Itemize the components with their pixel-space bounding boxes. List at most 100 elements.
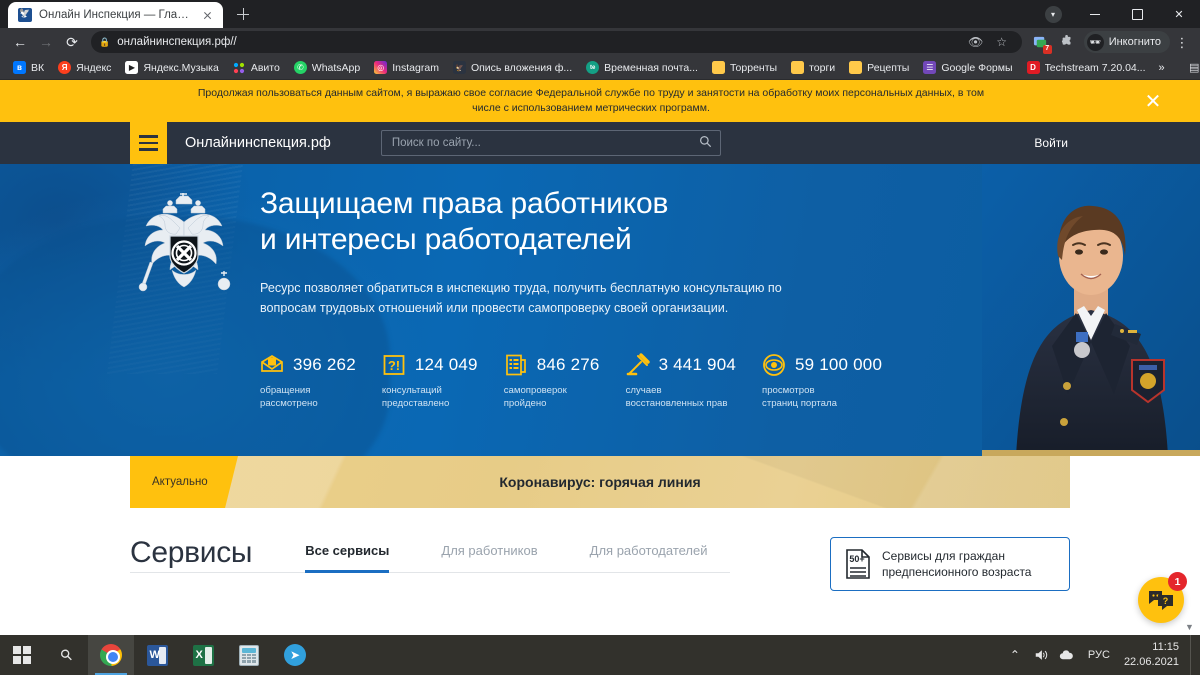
site-header-inner: Онлайнинспекция.рф Войти [130,122,1070,164]
bookmark-label: Яндекс [76,61,112,74]
emblem-icon: 🦅 [452,61,466,74]
browser-window: Онлайн Инспекция — Главная ▾ ✕ ← → ⟳ 🔒 о… [0,0,1200,635]
language-indicator[interactable]: РУС [1080,635,1118,675]
stat-value: 846 276 [536,354,600,374]
reading-list-button[interactable]: ▤Список для чтения [1181,58,1200,78]
hero-title-line-1: Защищаем права работников [260,187,669,220]
clock-time: 11:15 [1152,641,1179,654]
bookmark-label: Instagram [392,61,439,74]
cookie-consent-text: Продолжая пользоваться данным сайтом, я … [197,86,985,114]
taskbar-clock[interactable]: 11:15 22.06.2021 [1118,635,1190,675]
bookmark-label: Techstream 7.20.04... [1044,61,1146,74]
bookmark-item[interactable]: ◎ Instagram [367,58,446,78]
bookmark-label: Авито [250,61,280,74]
actual-banner-wrap: Актуально Коронавирус: горячая линия [0,456,1200,508]
search-input[interactable] [391,137,699,149]
address-bar[interactable]: 🔒 онлайнинспекция.рф// 👁 ☆ [91,31,1022,53]
volume-icon[interactable] [1028,635,1054,675]
bookmark-star-icon[interactable]: ☆ [990,30,1014,54]
tray-expand-chevron-icon[interactable]: ⌃ [1002,635,1028,675]
forward-button[interactable]: → [34,30,58,54]
hero-description: Ресурс позволяет обратиться в инспекцию … [260,281,782,316]
bookmark-item[interactable]: Авито [226,58,287,78]
lock-icon: 🔒 [99,36,111,47]
cloud-icon[interactable] [1054,635,1080,675]
address-bar-url: онлайнинспекция.рф// [117,36,237,48]
tempmail-icon: te [586,61,600,74]
tab-for-employers[interactable]: Для работодателей [590,543,708,572]
instagram-icon: ◎ [374,61,388,74]
svg-text:?: ? [1163,596,1169,606]
login-button[interactable]: Войти [1034,122,1070,164]
minimize-button[interactable] [1074,0,1116,28]
bookmark-item[interactable]: 🦅 Опись вложения ф... [446,58,579,78]
site-search[interactable] [380,130,721,156]
close-window-button[interactable]: ✕ [1158,0,1200,28]
stat-item: 846 276 самопроверок пройдено [504,353,600,411]
pre-pension-services-button[interactable]: 50+ Сервисы для граждан предпенсионного … [830,537,1070,591]
excel-taskbar-icon[interactable]: X [180,635,226,675]
hide-eye-icon[interactable]: 👁 [964,30,988,54]
stat-label: просмотров страниц портала [762,384,837,410]
system-tray: ⌃ РУС 11:15 22.06.2021 [1002,635,1200,675]
incognito-indicator[interactable]: 🕶 Инкогнито [1083,31,1170,53]
windows-start-icon[interactable] [0,635,44,675]
extensions-icon[interactable] [1055,30,1079,54]
chevron-down-icon: ▾ [1044,5,1062,23]
bookmark-item[interactable]: ☰ Google Формы [916,58,1019,78]
tab-all-services[interactable]: Все сервисы [305,543,390,573]
incognito-hat-icon: 🕶 [1086,33,1104,51]
pre-pension-label: Сервисы для граждан предпенсионного возр… [882,548,1032,579]
gavel-icon [626,353,650,377]
hero-title-line-2: и интересы работодателей [260,223,632,256]
tab-for-workers[interactable]: Для работников [441,543,537,572]
stat-value: 396 262 [293,354,356,374]
document-50plus-icon: 50+ [845,549,871,579]
browser-tab[interactable]: Онлайн Инспекция — Главная [8,2,223,28]
site-brand[interactable]: Онлайнинспекция.рф [167,122,331,164]
bookmark-item[interactable]: D Techstream 7.20.04... [1020,58,1153,78]
bookmark-item[interactable]: Торренты [705,58,784,78]
folder-icon [711,61,725,74]
show-desktop-button[interactable] [1190,635,1198,675]
chrome-taskbar-icon[interactable] [88,635,134,675]
maximize-button[interactable] [1116,0,1158,28]
bookmark-item[interactable]: ▶ Яндекс.Музыка [118,58,225,78]
stat-label: обращения рассмотрено [260,384,318,410]
bookmark-label: Опись вложения ф... [470,61,573,74]
word-taskbar-icon[interactable]: W [134,635,180,675]
stat-label: консультаций предоставлено [381,384,450,410]
new-tab-button[interactable] [230,1,256,27]
bookmark-item[interactable]: Я Яндекс [51,58,118,78]
extension-puzzle-badge-icon[interactable]: 7 [1029,30,1053,54]
vk-icon: в [13,61,26,74]
bookmark-item[interactable]: в ВК [6,58,51,78]
telegram-taskbar-icon[interactable]: ➤ [272,635,318,675]
bookmark-item[interactable]: ✆ WhatsApp [287,58,367,78]
taskbar-search-icon[interactable]: ⚲ [44,635,88,675]
hamburger-menu-icon[interactable] [130,122,167,164]
hero-copy: Защищаем права работников и интересы раб… [242,186,1070,456]
actual-banner[interactable]: Актуально Коронавирус: горячая линия [130,456,1070,508]
bookmark-item[interactable]: торги [784,58,842,78]
tab-title: Онлайн Инспекция — Главная [39,9,193,21]
scroll-down-arrow-icon[interactable]: ▼ [1183,620,1196,633]
calculator-taskbar-icon[interactable] [226,635,272,675]
bookmark-label: Временная почта... [604,61,698,74]
bookmarks-overflow-button[interactable]: » [1153,62,1171,74]
bookmark-item[interactable]: Рецепты [842,58,916,78]
chat-widget-button[interactable]: ? 1 [1138,572,1187,623]
chrome-menu-button[interactable]: ⋮ [1172,36,1192,49]
hero-stats: 396 262 обращения рассмотрено ?! 124 049 [260,353,1070,411]
services-title: Сервисы [130,536,253,569]
bookmark-item[interactable]: te Временная почта... [579,58,705,78]
google-forms-icon: ☰ [923,61,937,74]
cookie-close-button[interactable]: ✕ [1142,90,1164,113]
back-button[interactable]: ← [8,30,32,54]
tab-search-caret-button[interactable]: ▾ [1032,0,1074,28]
tab-close-icon[interactable] [200,8,215,23]
stat-item: 396 262 обращения рассмотрено [260,353,356,411]
actual-banner-title: Коронавирус: горячая линия [499,474,701,490]
reload-button[interactable]: ⟳ [60,30,84,54]
search-icon[interactable] [699,135,712,151]
